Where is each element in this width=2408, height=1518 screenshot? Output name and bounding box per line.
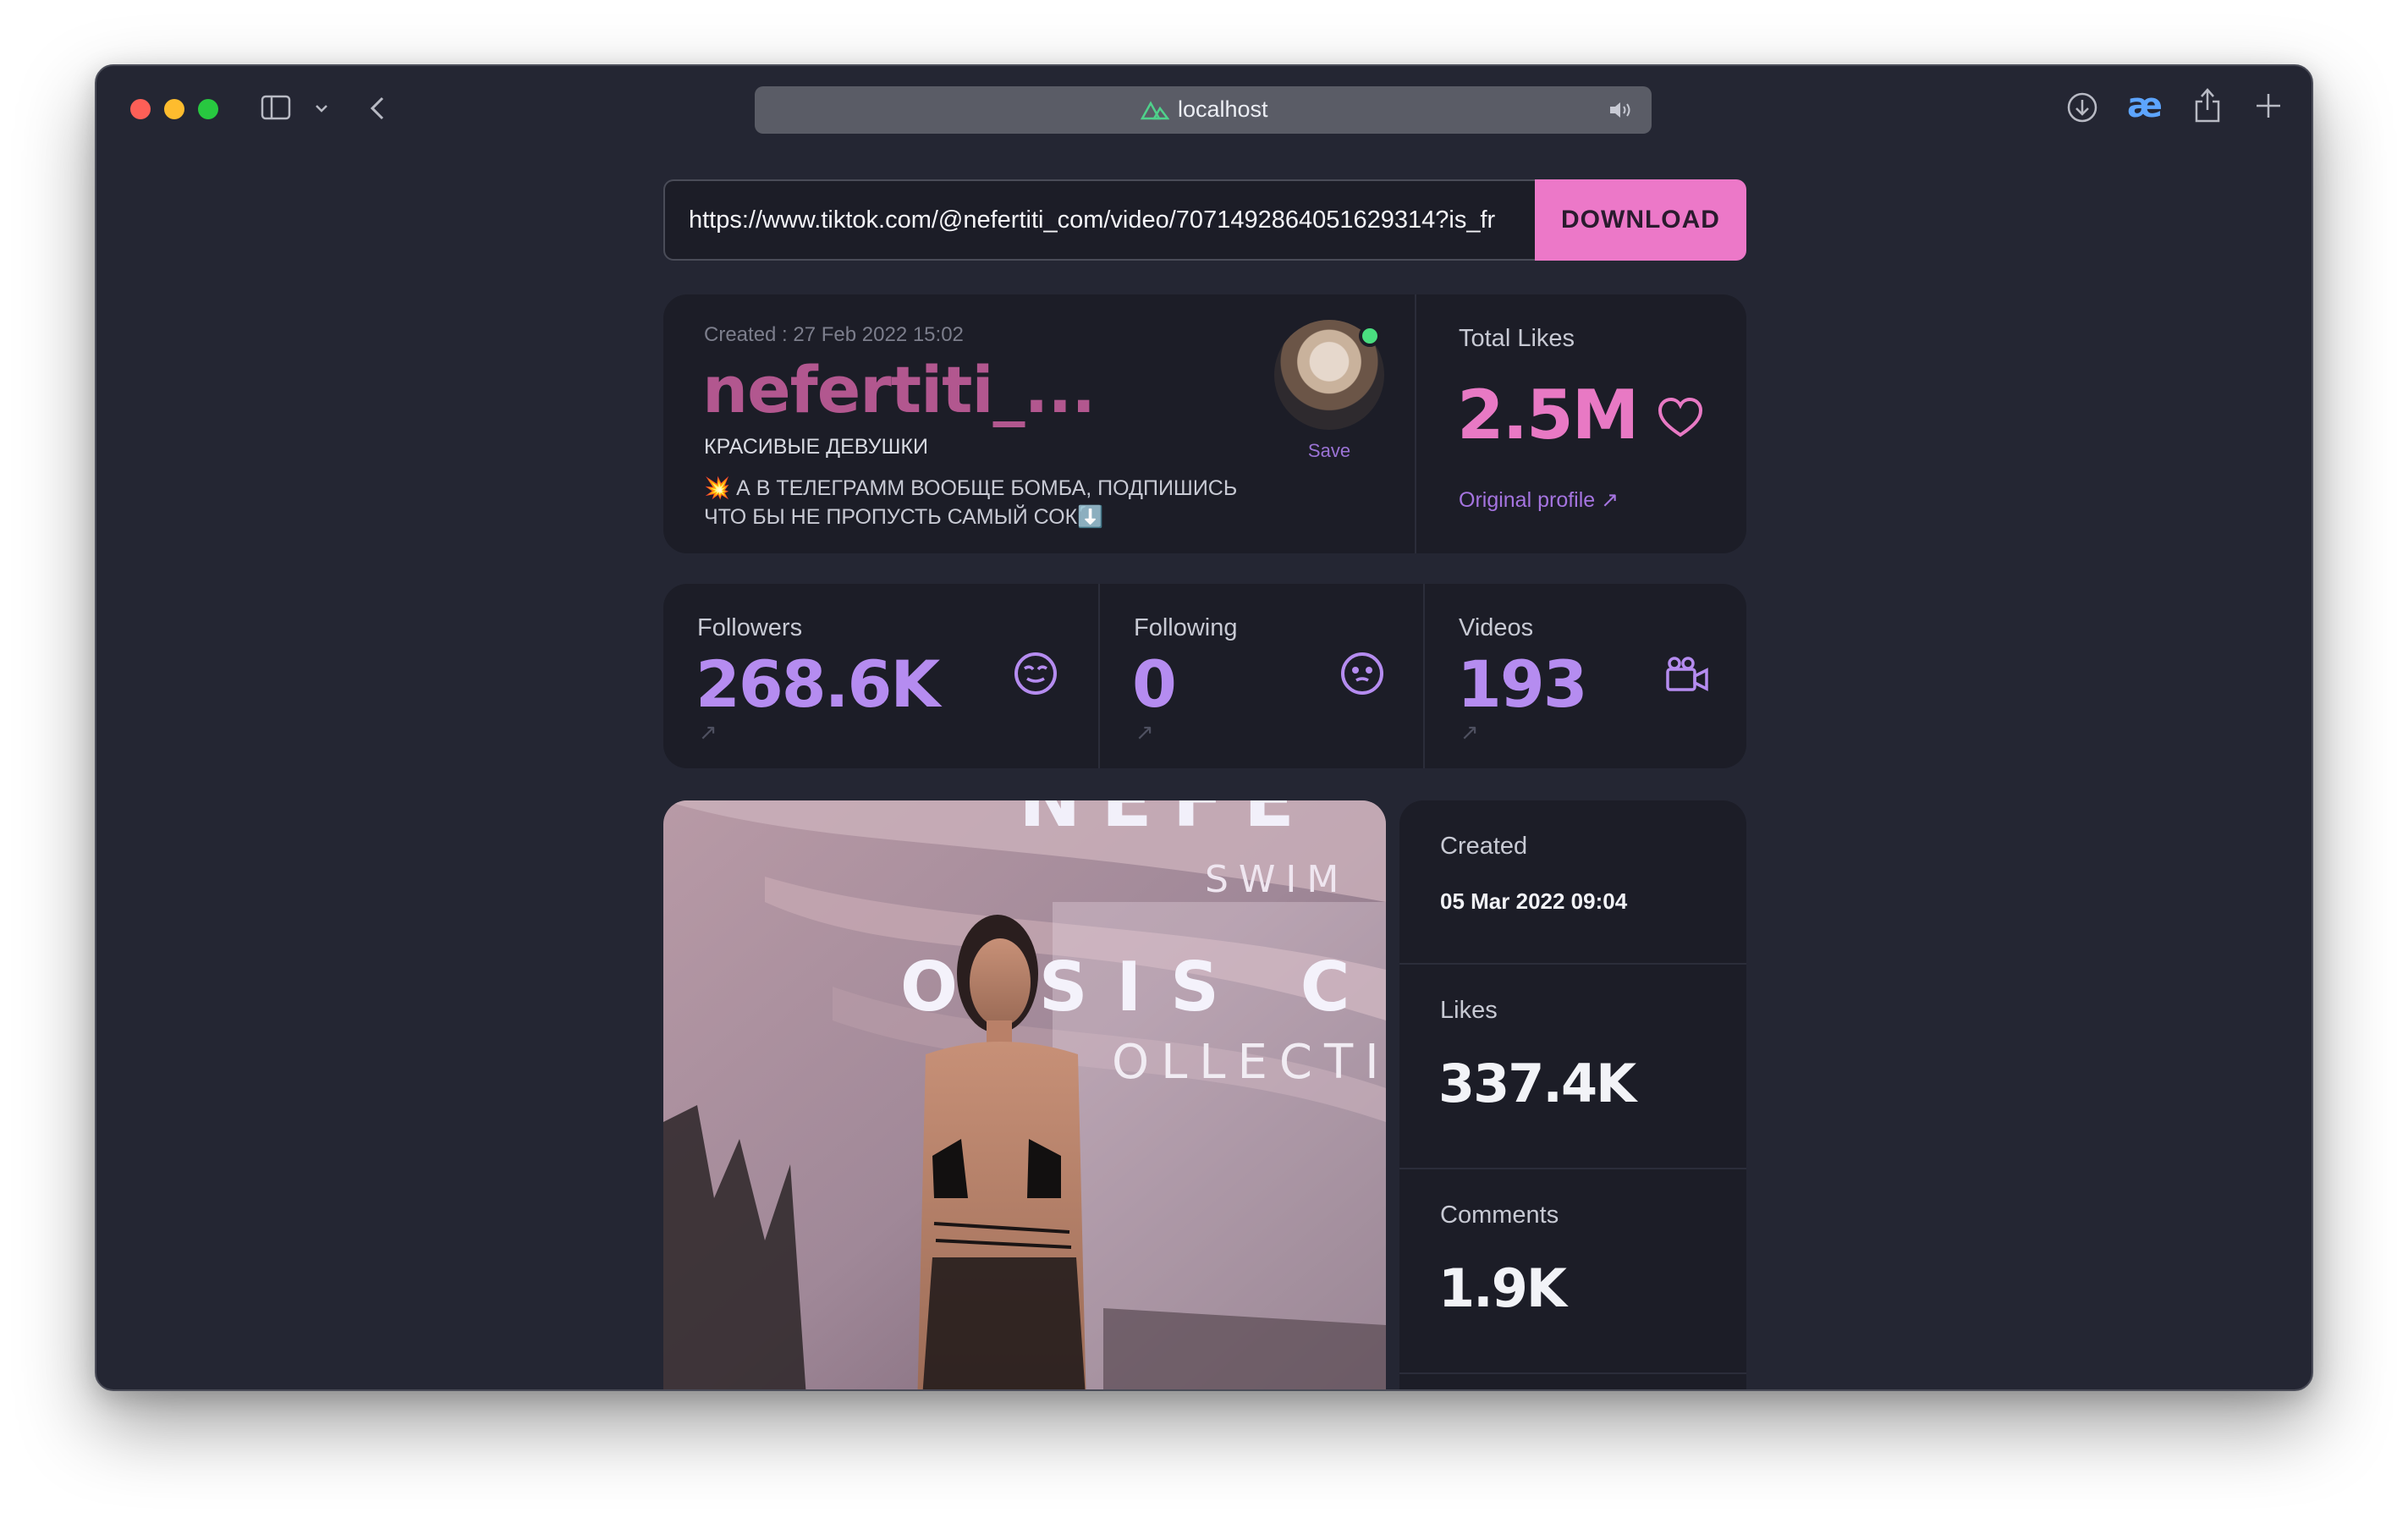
video-created-label: Created (1440, 833, 1528, 860)
online-status-dot (1359, 325, 1381, 347)
video-likes-block: Likes 337.4K (1399, 965, 1746, 1169)
speaker-icon[interactable] (1608, 100, 1633, 120)
videos-label: Videos (1459, 614, 1534, 641)
address-bar[interactable]: localhost (755, 86, 1652, 134)
profile-info: Created : 27 Feb 2022 15:02 nefertiti_..… (663, 294, 1415, 553)
video-created-value: 05 Mar 2022 09:04 (1440, 888, 1628, 914)
stats-card: Followers 268.6K ↗ Following 0 ↗ Videos (663, 584, 1746, 768)
following-value: 0 (1132, 646, 1177, 722)
profile-created-date: Created : 27 Feb 2022 15:02 (704, 323, 964, 346)
smirk-face-icon (1014, 652, 1057, 695)
total-likes-label: Total Likes (1459, 325, 1575, 352)
video-overlay-text: SWIM (1205, 858, 1349, 901)
face-icon (1341, 652, 1383, 695)
followers-value: 268.6K (695, 646, 940, 722)
video-likes-label: Likes (1440, 997, 1498, 1024)
video-frame: NEFE SWIM O SIS C OLLECTI (663, 800, 1386, 1389)
following-label: Following (1134, 614, 1238, 641)
profile-username: nefertiti_... (702, 352, 1096, 427)
video-created-block: Created 05 Mar 2022 09:04 (1399, 800, 1746, 965)
close-window-button[interactable] (130, 99, 151, 119)
address-text: localhost (1178, 96, 1268, 122)
video-overlay-text: NEFE (1019, 800, 1315, 844)
video-overlay-text: O SIS C (900, 948, 1378, 1026)
browser-window: localhost æ DOWNLOAD Cr (95, 64, 2313, 1391)
total-likes-value: 2.5M (1457, 376, 1639, 454)
share-icon[interactable] (2193, 86, 2222, 124)
video-overlay-text: OLLECTI (1112, 1035, 1386, 1090)
followers-label: Followers (697, 614, 803, 641)
videos-stat: Videos 193 ↗ (1423, 584, 1746, 768)
profile-bio: 💥 А В ТЕЛЕГРАММ ВООБЩЕ БОМБА, ПОДПИШИСЬ … (704, 474, 1245, 531)
nuxt-logo-icon (1141, 101, 1169, 120)
video-player[interactable]: NEFE SWIM O SIS C OLLECTI (663, 800, 1386, 1389)
heart-icon (1658, 397, 1703, 437)
video-likes-value: 337.4K (1438, 1053, 1636, 1114)
video-meta-card: Created 05 Mar 2022 09:04 Likes 337.4K C… (1399, 800, 1746, 1389)
sidebar-toggle-icon[interactable] (261, 95, 291, 120)
extension-ae-icon[interactable]: æ (2127, 86, 2163, 125)
browser-toolbar: localhost æ (96, 66, 2312, 151)
profile-card: Created : 27 Feb 2022 15:02 nefertiti_..… (663, 294, 1746, 553)
bio-line: 💥 А В ТЕЛЕГРАММ ВООБЩЕ БОМБА, ПОДПИШИСЬ (704, 476, 1238, 500)
new-tab-icon[interactable] (2254, 91, 2283, 120)
following-stat: Following 0 ↗ (1098, 584, 1423, 768)
minimize-window-button[interactable] (164, 99, 184, 119)
bio-line: ЧТО БЫ НЕ ПРОПУСТЬ САМЫЙ СОК⬇️ (704, 505, 1104, 529)
total-likes-panel: Total Likes 2.5M Original profile ↗ (1415, 294, 1746, 553)
back-icon[interactable] (366, 93, 391, 124)
video-comments-label: Comments (1440, 1202, 1559, 1229)
chevron-down-icon[interactable] (313, 100, 330, 117)
arrow-icon: ↗ (1135, 719, 1154, 745)
original-profile-link[interactable]: Original profile ↗ (1459, 487, 1619, 513)
video-comments-block: Comments 1.9K (1399, 1169, 1746, 1374)
video-camera-icon (1666, 657, 1708, 691)
video-comments-value: 1.9K (1438, 1257, 1567, 1319)
profile-nickname: КРАСИВЫЕ ДЕВУШКИ (704, 435, 928, 459)
url-form: DOWNLOAD (663, 179, 1746, 261)
arrow-icon: ↗ (1460, 719, 1479, 745)
tiktok-url-input[interactable] (663, 179, 1535, 261)
save-avatar-link[interactable]: Save (1274, 440, 1384, 462)
arrow-icon: ↗ (699, 719, 717, 745)
download-button[interactable]: DOWNLOAD (1535, 179, 1746, 261)
avatar[interactable] (1274, 320, 1384, 430)
downloads-icon[interactable] (2066, 91, 2098, 124)
zoom-window-button[interactable] (198, 99, 218, 119)
videos-value: 193 (1457, 646, 1588, 722)
followers-stat: Followers 268.6K ↗ (663, 584, 1098, 768)
